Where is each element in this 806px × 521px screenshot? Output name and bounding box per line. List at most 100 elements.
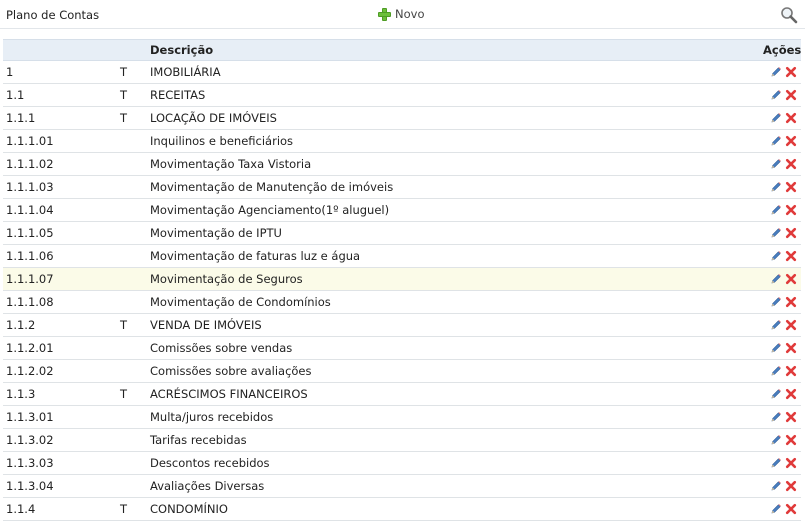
- account-code: 1.1.1.04: [3, 198, 117, 222]
- delete-x-icon[interactable]: [785, 66, 797, 78]
- delete-x-icon[interactable]: [785, 296, 797, 308]
- account-description: Movimentação de Manutenção de imóveis: [148, 175, 763, 199]
- row-actions: [763, 60, 801, 84]
- delete-x-icon[interactable]: [785, 135, 797, 147]
- delete-x-icon[interactable]: [785, 434, 797, 446]
- delete-x-icon[interactable]: [785, 250, 797, 262]
- column-header-actions: Ações: [763, 39, 801, 61]
- table-row[interactable]: 1.1.2.01 Comissões sobre vendas: [3, 336, 801, 360]
- pencil-icon[interactable]: [770, 181, 782, 193]
- delete-x-icon[interactable]: [785, 181, 797, 193]
- delete-x-icon[interactable]: [785, 273, 797, 285]
- pencil-icon[interactable]: [770, 503, 782, 515]
- account-type: [117, 336, 148, 360]
- account-description: Movimentação de faturas luz e água: [148, 244, 763, 268]
- table-row[interactable]: 1.1.4 T CONDOMÍNIO: [3, 497, 801, 521]
- account-description: Movimentação de Condomínios: [148, 290, 763, 314]
- delete-x-icon[interactable]: [785, 480, 797, 492]
- account-description: Comissões sobre vendas: [148, 336, 763, 360]
- account-code: 1.1: [3, 83, 117, 107]
- row-actions: [763, 336, 801, 360]
- pencil-icon[interactable]: [770, 273, 782, 285]
- account-type: [117, 474, 148, 498]
- account-code: 1.1.3.02: [3, 428, 117, 452]
- table-row[interactable]: 1.1.3.02 Tarifas recebidas: [3, 428, 801, 452]
- account-code: 1: [3, 60, 117, 84]
- new-button[interactable]: Novo: [378, 7, 424, 21]
- pencil-icon[interactable]: [770, 480, 782, 492]
- delete-x-icon[interactable]: [785, 158, 797, 170]
- account-type: [117, 405, 148, 429]
- account-description: VENDA DE IMÓVEIS: [148, 313, 763, 337]
- delete-x-icon[interactable]: [785, 112, 797, 124]
- delete-x-icon[interactable]: [785, 342, 797, 354]
- pencil-icon[interactable]: [770, 388, 782, 400]
- row-actions: [763, 313, 801, 337]
- table-row[interactable]: 1.1.1.02 Movimentação Taxa Vistoria: [3, 152, 801, 176]
- account-type: T: [117, 83, 148, 107]
- delete-x-icon[interactable]: [785, 411, 797, 423]
- row-actions: [763, 405, 801, 429]
- account-description: CONDOMÍNIO: [148, 497, 763, 521]
- pencil-icon[interactable]: [770, 66, 782, 78]
- table-row[interactable]: 1.1.1.07 Movimentação de Seguros: [3, 267, 801, 291]
- search-icon[interactable]: [780, 6, 798, 24]
- account-code: 1.1.2: [3, 313, 117, 337]
- account-code: 1.1.3.03: [3, 451, 117, 475]
- table-row[interactable]: 1.1.3 T ACRÉSCIMOS FINANCEIROS: [3, 382, 801, 406]
- delete-x-icon[interactable]: [785, 204, 797, 216]
- pencil-icon[interactable]: [770, 411, 782, 423]
- pencil-icon[interactable]: [770, 89, 782, 101]
- table-row[interactable]: 1.1.1.08 Movimentação de Condomínios: [3, 290, 801, 314]
- account-description: Descontos recebidos: [148, 451, 763, 475]
- account-description: Comissões sobre avaliações: [148, 359, 763, 383]
- table-row[interactable]: 1.1 T RECEITAS: [3, 83, 801, 107]
- table-row[interactable]: 1.1.3.03 Descontos recebidos: [3, 451, 801, 475]
- table-row[interactable]: 1.1.1.05 Movimentação de IPTU: [3, 221, 801, 245]
- row-actions: [763, 152, 801, 176]
- pencil-icon[interactable]: [770, 158, 782, 170]
- account-description: Multa/juros recebidos: [148, 405, 763, 429]
- table-row[interactable]: 1.1.1.04 Movimentação Agenciamento(1º alu…: [3, 198, 801, 222]
- delete-x-icon[interactable]: [785, 503, 797, 515]
- delete-x-icon[interactable]: [785, 89, 797, 101]
- account-description: Movimentação de Seguros: [148, 267, 763, 291]
- delete-x-icon[interactable]: [785, 388, 797, 400]
- table-row[interactable]: 1.1.1.01 Inquilinos e beneficiários: [3, 129, 801, 153]
- pencil-icon[interactable]: [770, 204, 782, 216]
- table-row[interactable]: 1.1.3.04 Avaliações Diversas: [3, 474, 801, 498]
- account-code: 1.1.1.03: [3, 175, 117, 199]
- account-type: [117, 451, 148, 475]
- delete-x-icon[interactable]: [785, 365, 797, 377]
- delete-x-icon[interactable]: [785, 457, 797, 469]
- account-code: 1.1.3: [3, 382, 117, 406]
- table-row[interactable]: 1.1.1.03 Movimentação de Manutenção de im…: [3, 175, 801, 199]
- row-actions: [763, 474, 801, 498]
- table-row[interactable]: 1.1.2.02 Comissões sobre avaliações: [3, 359, 801, 383]
- table-row[interactable]: 1.1.1.06 Movimentação de faturas luz e ág…: [3, 244, 801, 268]
- table-row[interactable]: 1.1.1 T LOCAÇÃO DE IMÓVEIS: [3, 106, 801, 130]
- pencil-icon[interactable]: [770, 342, 782, 354]
- pencil-icon[interactable]: [770, 365, 782, 377]
- row-actions: [763, 359, 801, 383]
- pencil-icon[interactable]: [770, 434, 782, 446]
- column-header-description: Descrição: [148, 39, 763, 61]
- account-code: 1.1.2.02: [3, 359, 117, 383]
- pencil-icon[interactable]: [770, 319, 782, 331]
- pencil-icon[interactable]: [770, 296, 782, 308]
- pencil-icon[interactable]: [770, 250, 782, 262]
- account-code: 1.1.1.07: [3, 267, 117, 291]
- table-row[interactable]: 1.1.3.01 Multa/juros recebidos: [3, 405, 801, 429]
- pencil-icon[interactable]: [770, 457, 782, 469]
- table-row[interactable]: 1.1.2 T VENDA DE IMÓVEIS: [3, 313, 801, 337]
- account-type: T: [117, 497, 148, 521]
- account-description: Movimentação Agenciamento(1º aluguel): [148, 198, 763, 222]
- delete-x-icon[interactable]: [785, 319, 797, 331]
- pencil-icon[interactable]: [770, 135, 782, 147]
- account-code: 1.1.1: [3, 106, 117, 130]
- pencil-icon[interactable]: [770, 227, 782, 239]
- table-row[interactable]: 1 T IMOBILIÁRIA: [3, 60, 801, 84]
- account-type: [117, 244, 148, 268]
- pencil-icon[interactable]: [770, 112, 782, 124]
- delete-x-icon[interactable]: [785, 227, 797, 239]
